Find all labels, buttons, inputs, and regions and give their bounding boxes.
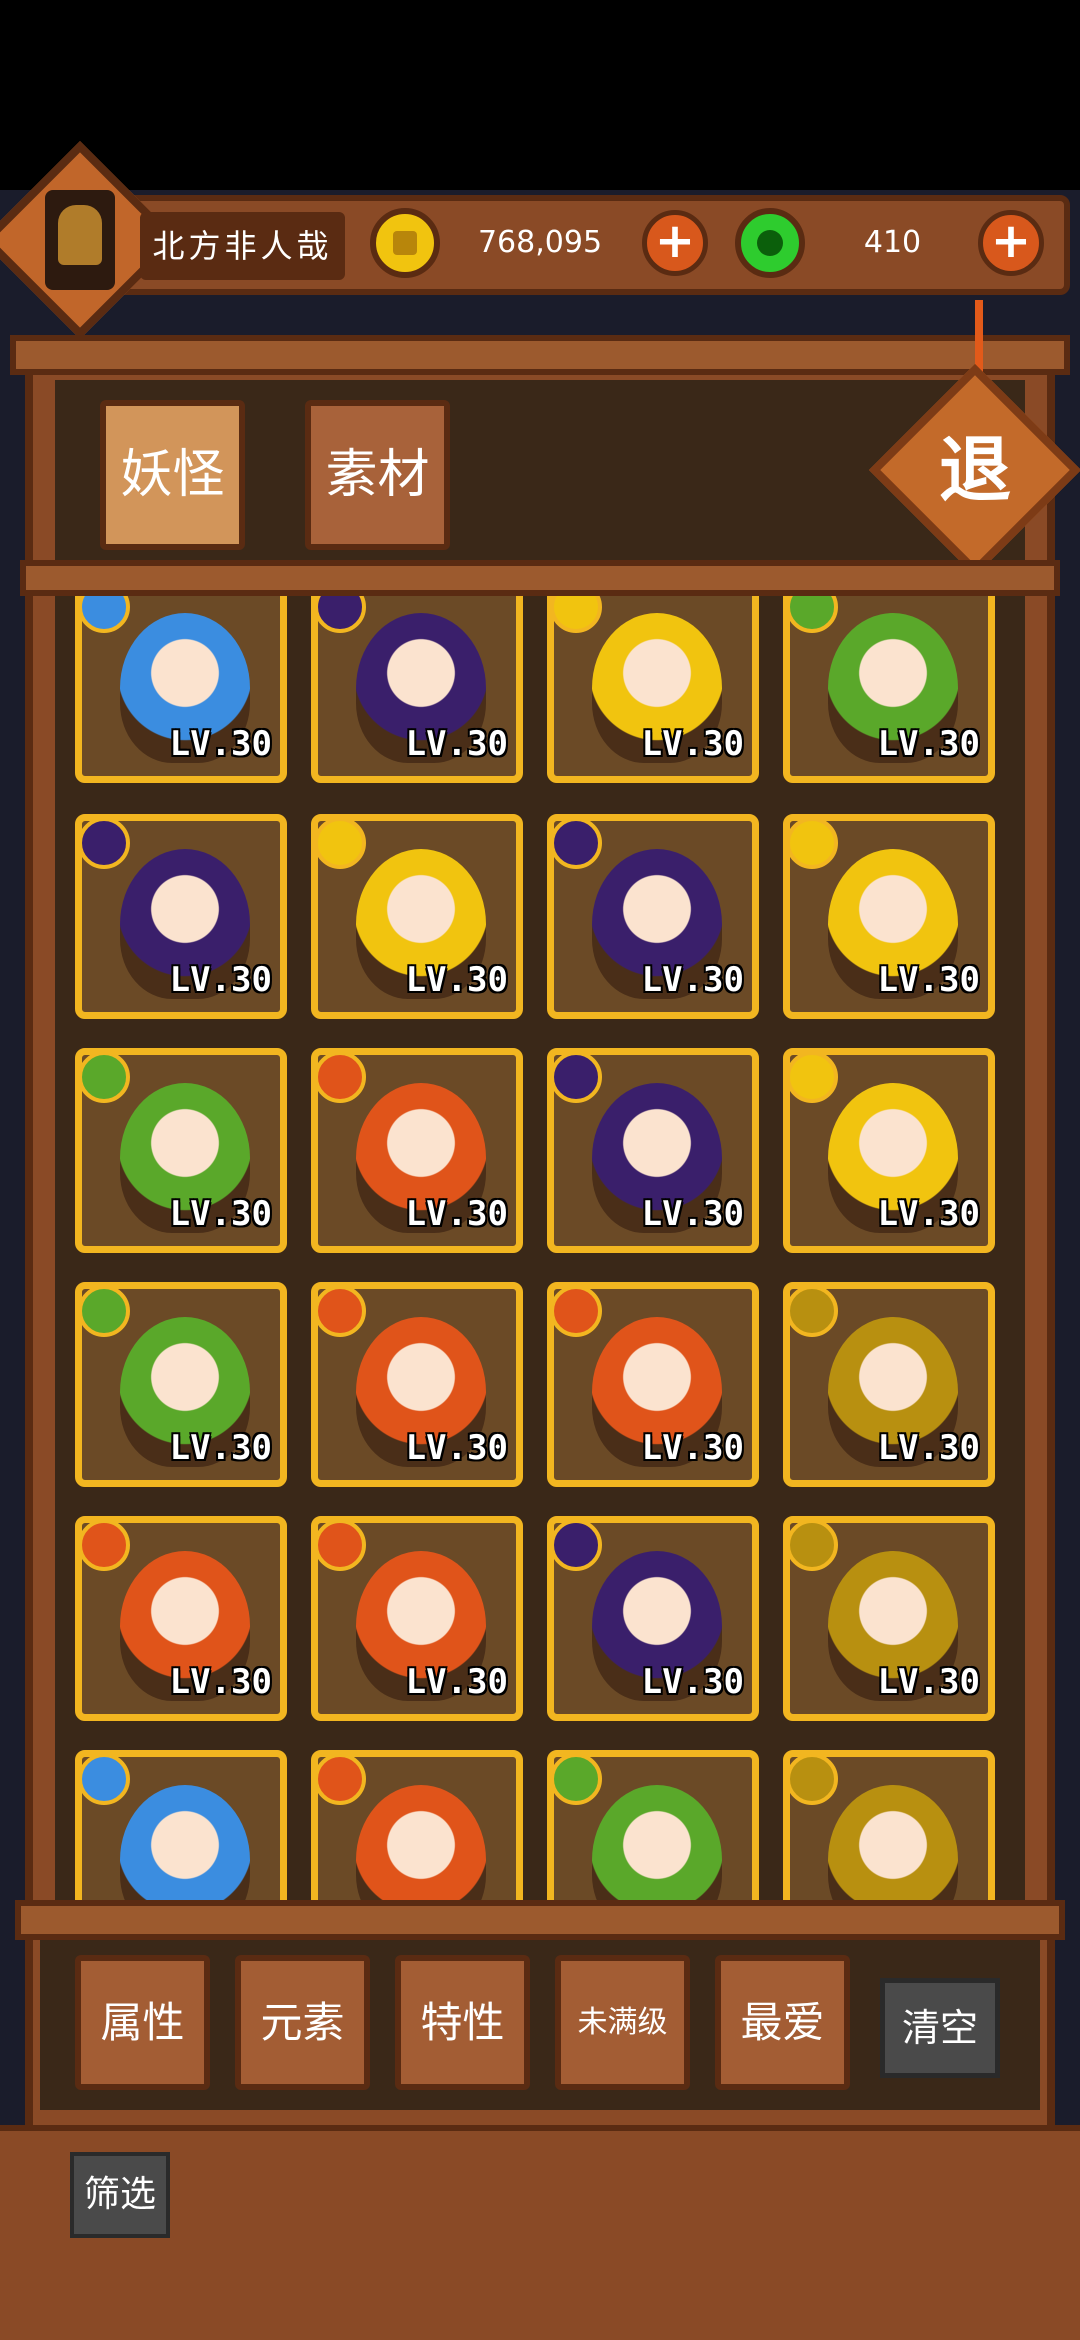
yokai-level: LV.30 [877, 1428, 980, 1468]
cabinet-bottom-beam [15, 1900, 1065, 1940]
yokai-card[interactable] [783, 1750, 995, 1906]
yokai-level: LV.30 [877, 960, 980, 1000]
yokai-level: LV.30 [641, 1662, 744, 1702]
yokai-card[interactable]: LV.30 [547, 1282, 759, 1487]
yokai-level: LV.30 [169, 1662, 272, 1702]
yokai-card[interactable]: LV.30 [75, 1048, 287, 1253]
yokai-card[interactable] [547, 1750, 759, 1906]
yokai-card[interactable]: LV.30 [783, 814, 995, 1019]
filter-attribute-button[interactable]: 属性 [75, 1955, 210, 2090]
tab-material[interactable]: 素材 [305, 400, 450, 550]
moon-element-icon [554, 821, 602, 869]
fire-element-icon [318, 1055, 366, 1103]
sun-element-icon [554, 596, 602, 633]
yokai-level: LV.30 [405, 1194, 508, 1234]
leaf-element-icon [554, 1757, 602, 1805]
fire-element-icon [82, 1523, 130, 1571]
yokai-card[interactable]: LV.30 [783, 1516, 995, 1721]
avatar-emblem-icon [58, 205, 102, 265]
leaf-element-icon [790, 596, 838, 633]
water-element-icon [82, 1757, 130, 1805]
sun-element-icon [318, 821, 366, 869]
yokai-card[interactable]: LV.30 [75, 1282, 287, 1487]
tab-yokai[interactable]: 妖怪 [100, 400, 245, 550]
moon-element-icon [318, 596, 366, 633]
yokai-card[interactable]: LV.30 [311, 1048, 523, 1253]
yokai-card[interactable]: LV.30 [547, 814, 759, 1019]
yokai-card[interactable] [311, 1750, 523, 1906]
yokai-level: LV.30 [169, 960, 272, 1000]
filter-not-max-level-button[interactable]: 未满级 [555, 1955, 690, 2090]
yokai-level: LV.30 [405, 1428, 508, 1468]
filter-trait-button[interactable]: 特性 [395, 1955, 530, 2090]
earth-element-icon [790, 1523, 838, 1571]
sun-element-icon [790, 1055, 838, 1103]
yokai-portrait [828, 1785, 958, 1906]
exit-label[interactable]: 退 [900, 395, 1050, 545]
fire-element-icon [554, 1289, 602, 1337]
gold-amount: 768,095 [477, 225, 603, 260]
gold-coin-hole [393, 231, 417, 255]
yokai-level: LV.30 [169, 724, 272, 764]
yokai-level: LV.30 [877, 724, 980, 764]
yokai-level: LV.30 [405, 724, 508, 764]
yokai-level: LV.30 [405, 1662, 508, 1702]
fire-element-icon [318, 1523, 366, 1571]
top-letterbox [0, 0, 1080, 190]
yokai-card[interactable]: LV.30 [311, 596, 523, 783]
yokai-level: LV.30 [877, 1194, 980, 1234]
yokai-card[interactable]: LV.30 [311, 814, 523, 1019]
add-gold-button[interactable]: + [642, 210, 708, 276]
yokai-portrait [592, 1785, 722, 1906]
moon-element-icon [554, 1523, 602, 1571]
add-jade-button[interactable]: + [978, 210, 1044, 276]
yokai-card[interactable]: LV.30 [547, 1516, 759, 1721]
fire-element-icon [318, 1289, 366, 1337]
earth-element-icon [790, 1757, 838, 1805]
yokai-level: LV.30 [641, 724, 744, 764]
filter-label: 筛选 [70, 2152, 170, 2238]
leaf-element-icon [82, 1289, 130, 1337]
yokai-level: LV.30 [877, 1662, 980, 1702]
sun-element-icon [790, 821, 838, 869]
yokai-card[interactable]: LV.30 [311, 1516, 523, 1721]
water-element-icon [82, 596, 130, 633]
jade-coin-hole [757, 230, 783, 256]
clear-filters-button[interactable]: 清空 [880, 1978, 1000, 2078]
yokai-grid: LV.30 LV.30 LV.30 LV.30 LV.30 LV.30 LV.30 LV.30… [55, 596, 1025, 1906]
yokai-card[interactable]: LV.30 [547, 596, 759, 783]
yokai-level: LV.30 [641, 1194, 744, 1234]
yokai-card[interactable]: LV.30 [75, 596, 287, 783]
player-name: 北方非人哉 [140, 212, 345, 280]
cabinet-mid-beam [20, 560, 1060, 596]
moon-element-icon [554, 1055, 602, 1103]
yokai-level: LV.30 [169, 1428, 272, 1468]
yokai-card[interactable]: LV.30 [783, 596, 995, 783]
yokai-card[interactable]: LV.30 [783, 1048, 995, 1253]
earth-element-icon [790, 1289, 838, 1337]
cabinet-top-beam [10, 335, 1070, 375]
jade-amount: 410 [863, 225, 922, 260]
yokai-portrait [356, 1785, 486, 1906]
leaf-element-icon [82, 1055, 130, 1103]
yokai-level: LV.30 [641, 1428, 744, 1468]
yokai-portrait [120, 1785, 250, 1906]
yokai-card[interactable]: LV.30 [311, 1282, 523, 1487]
fire-element-icon [318, 1757, 366, 1805]
filter-element-button[interactable]: 元素 [235, 1955, 370, 2090]
yokai-card[interactable]: LV.30 [783, 1282, 995, 1487]
yokai-level: LV.30 [169, 1194, 272, 1234]
yokai-card[interactable]: LV.30 [75, 1516, 287, 1721]
yokai-card[interactable]: LV.30 [75, 814, 287, 1019]
yokai-level: LV.30 [405, 960, 508, 1000]
moon-element-icon [82, 821, 130, 869]
yokai-card[interactable]: LV.30 [547, 1048, 759, 1253]
yokai-card[interactable] [75, 1750, 287, 1906]
filter-favorite-button[interactable]: 最爱 [715, 1955, 850, 2090]
yokai-level: LV.30 [641, 960, 744, 1000]
